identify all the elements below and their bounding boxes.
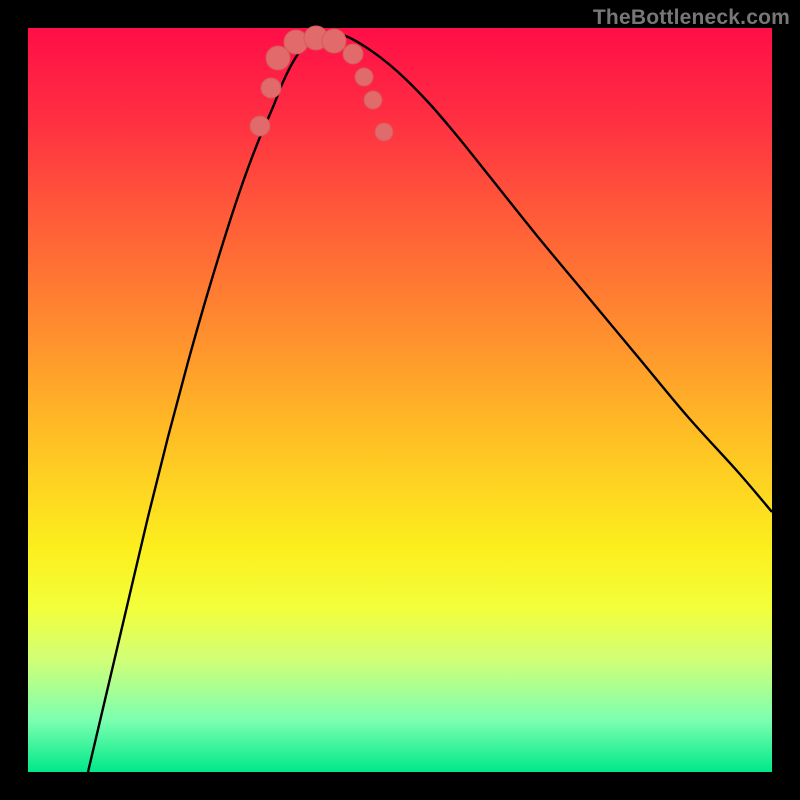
curve-marker	[364, 91, 382, 109]
bottleneck-curve	[88, 32, 772, 772]
curve-marker	[375, 123, 393, 141]
curve-markers	[250, 26, 393, 141]
chart-overlay	[28, 28, 772, 772]
curve-marker	[261, 78, 281, 98]
watermark-text: TheBottleneck.com	[593, 6, 790, 30]
curve-marker	[343, 44, 363, 64]
curve-marker	[355, 68, 373, 86]
curve-marker	[322, 29, 346, 53]
curve-marker	[250, 116, 270, 136]
